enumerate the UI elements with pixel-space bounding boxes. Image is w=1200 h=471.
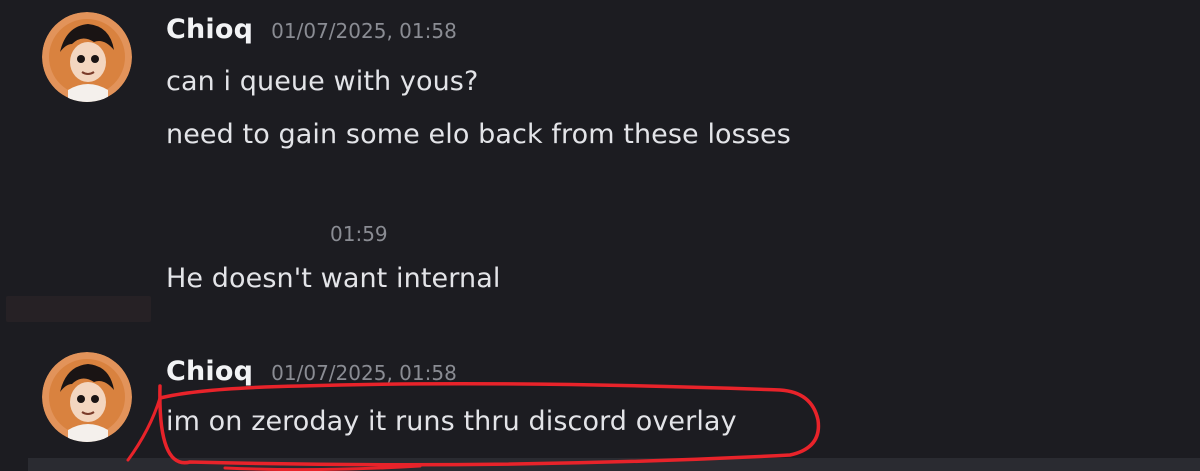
redacted-username — [166, 226, 326, 248]
message-input-bar-edge — [28, 458, 1200, 471]
message-text: can i queue with yous? — [166, 66, 479, 97]
message-text: He doesn't want internal — [166, 263, 501, 294]
message-timestamp: 01/07/2025, 01:58 — [271, 361, 457, 385]
message-text: need to gain some elo back from these lo… — [166, 119, 791, 150]
user-avatar[interactable] — [42, 12, 132, 102]
message-username[interactable]: Chioq — [166, 14, 253, 45]
message-username[interactable]: Chioq — [166, 356, 253, 387]
cartoon-character-avatar-icon — [42, 352, 132, 442]
cartoon-character-avatar-icon — [42, 12, 132, 102]
chat-message-list: Chioq 01/07/2025, 01:58 can i queue with… — [0, 0, 1200, 471]
user-avatar[interactable] — [42, 352, 132, 442]
message-text: im on zeroday it runs thru discord overl… — [166, 406, 737, 437]
message-timestamp: 01:59 — [330, 222, 388, 246]
redacted-avatar-fragment — [6, 296, 151, 322]
message-timestamp: 01/07/2025, 01:58 — [271, 19, 457, 43]
